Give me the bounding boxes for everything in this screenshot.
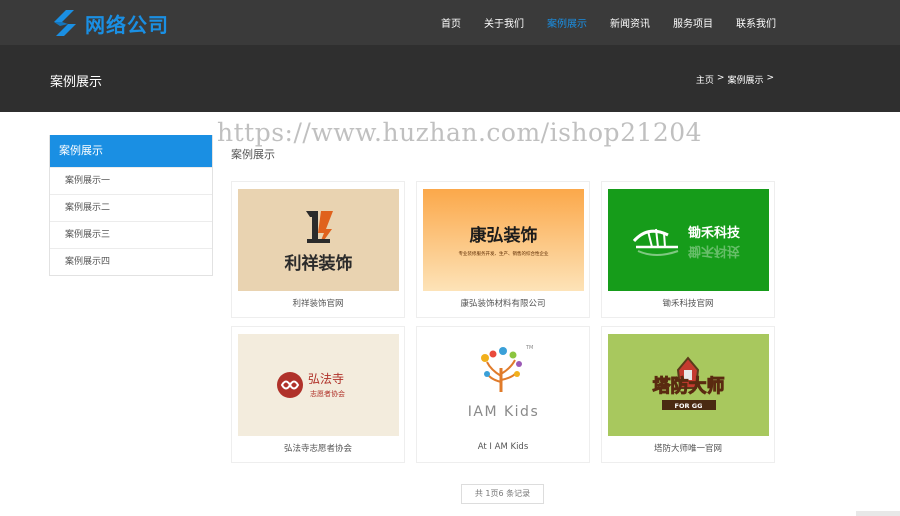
logo-icon	[50, 8, 80, 38]
case-logo-text: 利祥装饰	[285, 253, 353, 274]
sidebar-title[interactable]: 案例展示	[50, 135, 212, 167]
case-logo-subtitle: 专业装修服务开发、生产、销售的综合性企业	[459, 250, 549, 257]
case-card[interactable]: 利祥装饰 利祥装饰官网	[231, 181, 405, 318]
page-banner: 案例展示 主页 > 案例展示 >	[0, 45, 900, 112]
case-thumbnail[interactable]: 弘法寺 志愿者协会	[238, 334, 399, 436]
section-label: 案例展示	[231, 148, 275, 161]
nav-home[interactable]: 首页	[441, 15, 461, 30]
nav-about[interactable]: 关于我们	[484, 15, 524, 30]
breadcrumb-separator: >	[766, 73, 774, 83]
nav-contact[interactable]: 联系我们	[736, 15, 776, 30]
case-thumbnail[interactable]: TM IAM Kids	[423, 334, 584, 436]
case-logo-text: IAM Kids	[468, 404, 540, 420]
case-thumbnail[interactable]: 康弘装饰 专业装修服务开发、生产、销售的综合性企业	[423, 189, 584, 291]
page-title: 案例展示	[50, 75, 103, 90]
case-logo-text: 康弘装饰	[470, 225, 538, 246]
breadcrumb: 主页 > 案例展示 >	[693, 73, 774, 86]
case-card[interactable]: TM IAM Kids At I AM Kids	[416, 326, 590, 463]
svg-text:锄禾科技: 锄禾科技	[687, 243, 741, 259]
case-caption[interactable]: 塔防大师唯一官网	[602, 442, 774, 454]
scrollbar-stub[interactable]	[856, 511, 900, 516]
case-card[interactable]: 塔防大师 FOR GG 塔防大师唯一官网	[601, 326, 775, 463]
case-thumbnail[interactable]: 塔防大师 FOR GG	[608, 334, 769, 436]
logo[interactable]: 网络公司	[50, 8, 169, 38]
case-thumbnail[interactable]: 利祥装饰	[238, 189, 399, 291]
breadcrumb-cases[interactable]: 案例展示	[727, 73, 763, 86]
sidebar-item-case-3[interactable]: 案例展示三	[50, 221, 212, 248]
case-card[interactable]: 弘法寺 志愿者协会 弘法寺志愿者协会	[231, 326, 405, 463]
svg-text:TM: TM	[525, 345, 533, 351]
nav-services[interactable]: 服务项目	[673, 15, 713, 30]
sidebar-item-case-2[interactable]: 案例展示二	[50, 194, 212, 221]
sidebar: 案例展示 案例展示一 案例展示二 案例展示三 案例展示四	[49, 135, 213, 276]
case-card[interactable]: 康弘装饰 专业装修服务开发、生产、销售的综合性企业 康弘装饰材料有限公司	[416, 181, 590, 318]
sidebar-item-case-1[interactable]: 案例展示一	[50, 167, 212, 194]
case-logo-subtitle: FOR GG	[675, 402, 703, 410]
breadcrumb-separator: >	[716, 73, 725, 83]
case-card[interactable]: 锄禾科技 锄禾科技 锄禾科技官网	[601, 181, 775, 318]
watermark: https://www.huzhan.com/ishop21204	[217, 118, 703, 147]
top-navbar: 网络公司 首页 关于我们 案例展示 新闻资讯 服务项目 联系我们	[0, 0, 900, 45]
case-caption[interactable]: 弘法寺志愿者协会	[232, 442, 404, 454]
case-logo-subtitle: 志愿者协会	[310, 389, 345, 398]
breadcrumb-home[interactable]: 主页	[696, 73, 714, 86]
nav-cases[interactable]: 案例展示	[547, 15, 587, 30]
nav-news[interactable]: 新闻资讯	[610, 15, 650, 30]
case-caption[interactable]: 锄禾科技官网	[602, 297, 774, 309]
logo-text: 网络公司	[85, 12, 169, 37]
case-thumbnail[interactable]: 锄禾科技 锄禾科技	[608, 189, 769, 291]
case-caption[interactable]: At I AM Kids	[417, 442, 589, 452]
pagination-info: 共 1页6 条记录	[461, 484, 544, 504]
case-caption[interactable]: 利祥装饰官网	[232, 297, 404, 309]
case-caption[interactable]: 康弘装饰材料有限公司	[417, 297, 589, 309]
main-nav: 首页 关于我们 案例展示 新闻资讯 服务项目 联系我们	[418, 0, 776, 45]
case-logo-text: 塔防大师	[653, 375, 725, 397]
sidebar-item-case-4[interactable]: 案例展示四	[50, 248, 212, 275]
case-logo-text: 弘法寺	[308, 372, 344, 386]
case-logo-text: 锄禾科技	[687, 225, 741, 241]
